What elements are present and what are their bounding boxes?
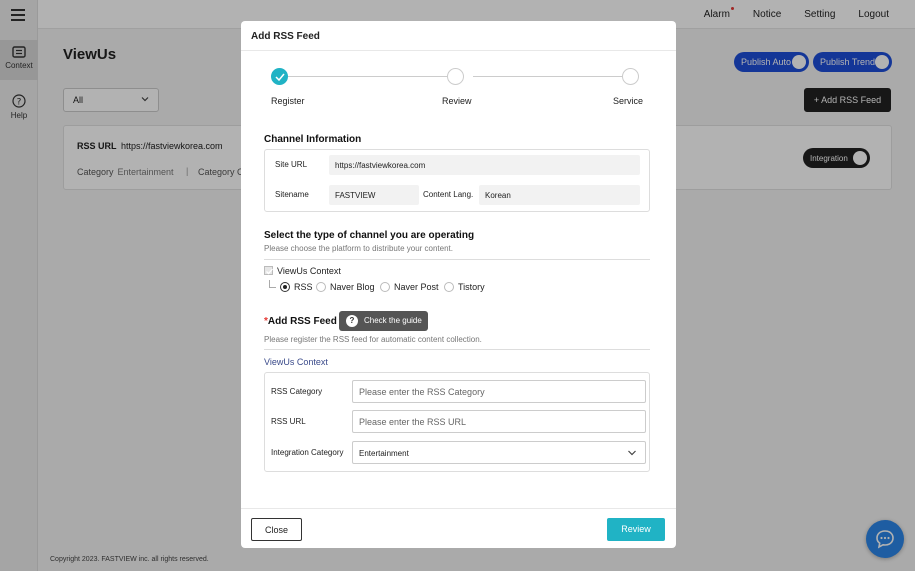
integration-category-label: Integration Category bbox=[271, 448, 344, 457]
step-review-label: Review bbox=[442, 96, 472, 106]
close-button[interactable]: Close bbox=[251, 518, 302, 541]
check-icon bbox=[266, 268, 273, 275]
radio-dot bbox=[316, 282, 326, 292]
tree-connector bbox=[269, 280, 276, 288]
rss-url-input[interactable] bbox=[352, 410, 646, 433]
check-guide-button[interactable]: ? Check the guide bbox=[339, 311, 428, 331]
rss-category-label: RSS Category bbox=[271, 387, 323, 396]
integration-category-value: Entertainment bbox=[359, 449, 409, 458]
review-button[interactable]: Review bbox=[607, 518, 665, 541]
channel-type-subtitle: Please choose the platform to distribute… bbox=[264, 244, 453, 253]
check-icon bbox=[275, 73, 285, 81]
channel-type-title: Select the type of channel you are opera… bbox=[264, 230, 475, 241]
radio-tistory[interactable]: Tistory bbox=[444, 282, 485, 292]
radio-dot bbox=[380, 282, 390, 292]
content-lang-field: Korean bbox=[479, 185, 640, 205]
site-url-label: Site URL bbox=[275, 160, 308, 169]
site-url-field: https://fastviewkorea.com bbox=[329, 155, 640, 175]
add-rss-feed-title: *Add RSS Feed bbox=[264, 316, 337, 327]
question-icon: ? bbox=[346, 315, 358, 327]
radio-label: RSS bbox=[294, 282, 313, 292]
modal-title: Add RSS Feed bbox=[241, 21, 676, 51]
sitename-field: FASTVIEW bbox=[329, 185, 419, 205]
divider bbox=[264, 349, 650, 350]
radio-rss[interactable]: RSS bbox=[280, 282, 313, 292]
integration-category-select[interactable]: Entertainment bbox=[352, 441, 646, 464]
radio-label: Naver Post bbox=[394, 282, 439, 292]
step-review-circle bbox=[447, 68, 464, 85]
step-service-circle bbox=[622, 68, 639, 85]
divider bbox=[264, 259, 650, 260]
radio-label: Naver Blog bbox=[330, 282, 375, 292]
channel-info-title: Channel Information bbox=[264, 134, 362, 145]
step-service-label: Service bbox=[613, 96, 644, 106]
step-register-circle bbox=[271, 68, 288, 85]
channel-info-box: Site URL https://fastviewkorea.com Siten… bbox=[264, 149, 650, 212]
radio-naver-blog[interactable]: Naver Blog bbox=[316, 282, 375, 292]
radio-naver-post[interactable]: Naver Post bbox=[380, 282, 439, 292]
rss-url-label: RSS URL bbox=[271, 417, 306, 426]
content-lang-label: Content Lang. bbox=[423, 190, 474, 199]
sitename-label: Sitename bbox=[275, 190, 309, 199]
chevron-down-icon bbox=[628, 450, 636, 456]
radio-dot bbox=[444, 282, 454, 292]
radio-dot bbox=[280, 282, 290, 292]
step-connector bbox=[473, 76, 622, 77]
stepper: Register Review Service bbox=[271, 68, 644, 108]
viewus-context-label: ViewUs Context bbox=[277, 266, 341, 276]
rss-feed-subtitle: Please register the RSS feed for automat… bbox=[264, 335, 482, 344]
radio-label: Tistory bbox=[458, 282, 485, 292]
add-rss-feed-modal: Add RSS Feed Register Review Service Cha… bbox=[241, 21, 676, 548]
step-register-label: Register bbox=[271, 96, 305, 106]
check-guide-label: Check the guide bbox=[364, 316, 422, 325]
modal-footer: Close Review bbox=[241, 508, 676, 548]
rss-category-input[interactable] bbox=[352, 380, 646, 403]
viewus-context-heading: ViewUs Context bbox=[264, 357, 328, 367]
viewus-context-checkbox[interactable] bbox=[264, 266, 273, 275]
add-rss-feed-title-text: Add RSS Feed bbox=[267, 316, 337, 327]
step-connector bbox=[288, 76, 456, 77]
